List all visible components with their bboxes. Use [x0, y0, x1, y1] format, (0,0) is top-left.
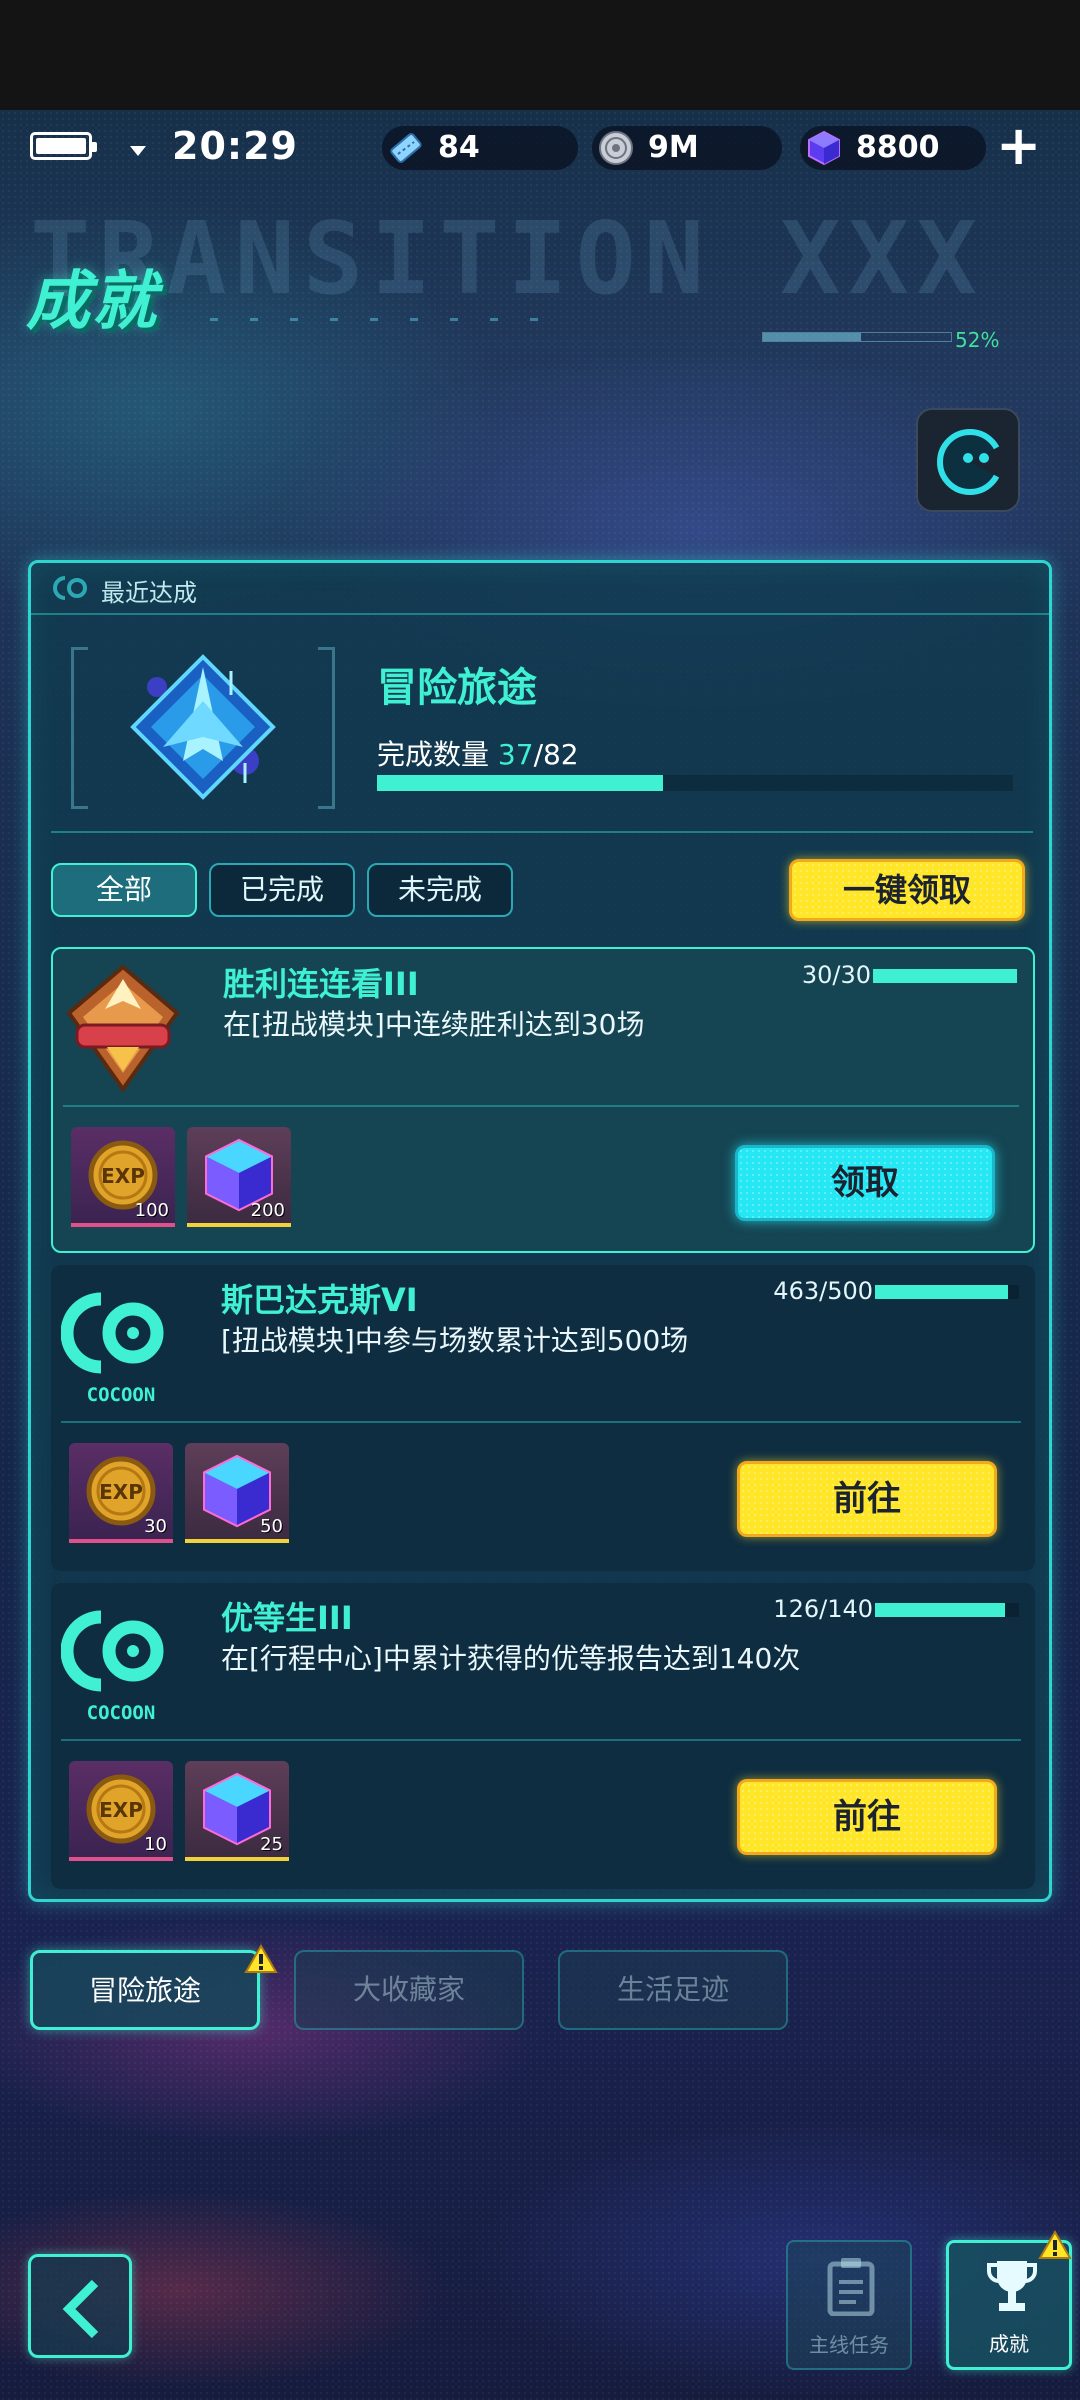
filter-incomplete-tab[interactable]: 未完成	[367, 863, 513, 917]
reward-amount: 10	[144, 1834, 167, 1855]
clock: 20:29	[172, 124, 298, 168]
recent-progress-bar	[377, 775, 1013, 791]
reward-amount: 25	[260, 1834, 283, 1855]
svg-text:EXP: EXP	[99, 1480, 143, 1504]
achievement-progress-bar	[875, 1603, 1019, 1617]
category-label: 生活足迹	[616, 1973, 729, 2006]
reward-gem: 25	[185, 1761, 289, 1861]
claim-button[interactable]: 领取	[735, 1145, 995, 1221]
recent-label: 最近达成	[101, 579, 197, 607]
filter-all-tab[interactable]: 全部	[51, 863, 197, 917]
device-top-bar	[0, 0, 1080, 110]
trophy-icon	[987, 2261, 1037, 2311]
banner-decor-bar	[762, 332, 952, 342]
recent-title: 冒险旅途	[377, 665, 537, 711]
coin-count: 9M	[648, 130, 699, 165]
achievement-card: 胜利连连看III 在[扭战模块]中连续胜利达到30场 30/30 EXP 100…	[51, 947, 1035, 1253]
gem-count: 8800	[856, 130, 940, 165]
category-label: 大收藏家	[352, 1973, 465, 2006]
count-done: 37	[497, 738, 534, 771]
ticket-icon	[390, 133, 422, 163]
achievement-progress-text: 126/140	[773, 1595, 873, 1623]
gem-counter[interactable]: 8800	[800, 126, 986, 170]
category-tab-adventure[interactable]: 冒险旅途	[30, 1950, 260, 2030]
cocoon-logo-icon: COCOON	[61, 1292, 164, 1406]
ticket-counter[interactable]: 84	[382, 126, 578, 170]
signal-icon	[130, 146, 146, 156]
achievement-desc: 在[扭战模块]中连续胜利达到30场	[223, 1008, 645, 1041]
chat-assistant-button[interactable]	[916, 408, 1020, 512]
count-label: 完成数量	[377, 738, 490, 771]
ticket-count: 84	[438, 130, 480, 165]
divider	[61, 1421, 1021, 1423]
disc-coin-icon	[599, 131, 633, 165]
reward-gem: 200	[187, 1127, 291, 1227]
reward-amount: 200	[250, 1200, 285, 1221]
claim-all-button[interactable]: 一键领取	[789, 859, 1025, 921]
achievement-card: COCOON 斯巴达克斯VI [扭战模块]中参与场数累计达到500场 463/5…	[51, 1265, 1035, 1571]
reward-exp: EXP 30	[69, 1443, 173, 1543]
banner-decor-line	[210, 318, 570, 321]
reward-gem: 50	[185, 1443, 289, 1543]
achievement-progress-bar	[873, 969, 1017, 983]
go-button[interactable]: 前往	[737, 1461, 997, 1537]
category-tab-collector[interactable]: 大收藏家	[294, 1950, 524, 2030]
reward-exp: EXP 100	[71, 1127, 175, 1227]
achievement-panel: 最近达成 冒险旅途 完成数量 37/82 全部 已完成 未完成 一键领取 胜利连…	[28, 560, 1052, 1902]
count-total: /82	[533, 738, 579, 771]
banner-decor-text: TRANSITION XXX	[30, 200, 985, 317]
divider	[63, 1105, 1019, 1107]
cocoon-logo-icon: COCOON	[61, 1610, 164, 1724]
main-task-button[interactable]: 主线任务	[786, 2240, 912, 2370]
svg-text:EXP: EXP	[99, 1798, 143, 1822]
achievement-progress-text: 30/30	[801, 961, 871, 989]
nav-label: 成就	[989, 2332, 1029, 2356]
achievement-card: COCOON 优等生III 在[行程中心]中累计获得的优等报告达到140次 12…	[51, 1583, 1035, 1889]
reward-amount: 50	[260, 1516, 283, 1537]
category-label: 冒险旅途	[88, 1974, 201, 2007]
adventure-emblem-icon	[130, 654, 276, 800]
chevron-left-icon	[62, 2279, 99, 2339]
header-banner: TRANSITION XXX 成就 52%	[0, 190, 1080, 360]
nav-label: 主线任务	[809, 2333, 889, 2357]
achievement-desc: [扭战模块]中参与场数累计达到500场	[221, 1324, 689, 1357]
victory-badge-icon	[66, 964, 180, 1093]
cocoon-logo-icon	[53, 576, 87, 600]
recent-count: 完成数量 37/82	[377, 733, 579, 773]
alert-badge-icon	[1038, 2230, 1072, 2259]
banner-decor-percent: 52%	[955, 328, 1000, 352]
coin-counter[interactable]: 9M	[592, 126, 782, 170]
gem-cube-icon	[808, 130, 840, 166]
achievement-desc: 在[行程中心]中累计获得的优等报告达到140次	[221, 1642, 801, 1675]
add-currency-button[interactable]: +	[996, 118, 1041, 174]
achievement-name: 胜利连连看III	[223, 965, 419, 1003]
achievement-progress-text: 463/500	[773, 1277, 873, 1305]
reward-amount: 100	[134, 1200, 169, 1221]
pacman-chat-icon	[937, 429, 1005, 495]
page-title: 成就	[26, 265, 158, 339]
divider	[61, 1739, 1021, 1741]
back-button[interactable]	[28, 2254, 132, 2358]
achievement-name: 斯巴达克斯VI	[221, 1281, 418, 1319]
clipboard-icon	[827, 2258, 875, 2316]
cocoon-logo-text: COCOON	[87, 1702, 156, 1724]
go-button[interactable]: 前往	[737, 1779, 997, 1855]
status-bar: 20:29 84 9M 8800 +	[0, 118, 1080, 178]
battery-icon	[30, 132, 97, 160]
achievement-name: 优等生III	[221, 1599, 353, 1637]
panel-header: 最近达成	[31, 563, 1049, 615]
reward-exp: EXP 10	[69, 1761, 173, 1861]
reward-amount: 30	[144, 1516, 167, 1537]
filter-completed-tab[interactable]: 已完成	[209, 863, 355, 917]
cocoon-logo-text: COCOON	[87, 1384, 156, 1406]
category-tab-life[interactable]: 生活足迹	[558, 1950, 788, 2030]
alert-badge-icon	[244, 1944, 278, 1973]
svg-text:EXP: EXP	[101, 1164, 145, 1188]
divider	[51, 831, 1033, 833]
achievement-progress-bar	[875, 1285, 1019, 1299]
recent-emblem-frame	[71, 647, 335, 809]
